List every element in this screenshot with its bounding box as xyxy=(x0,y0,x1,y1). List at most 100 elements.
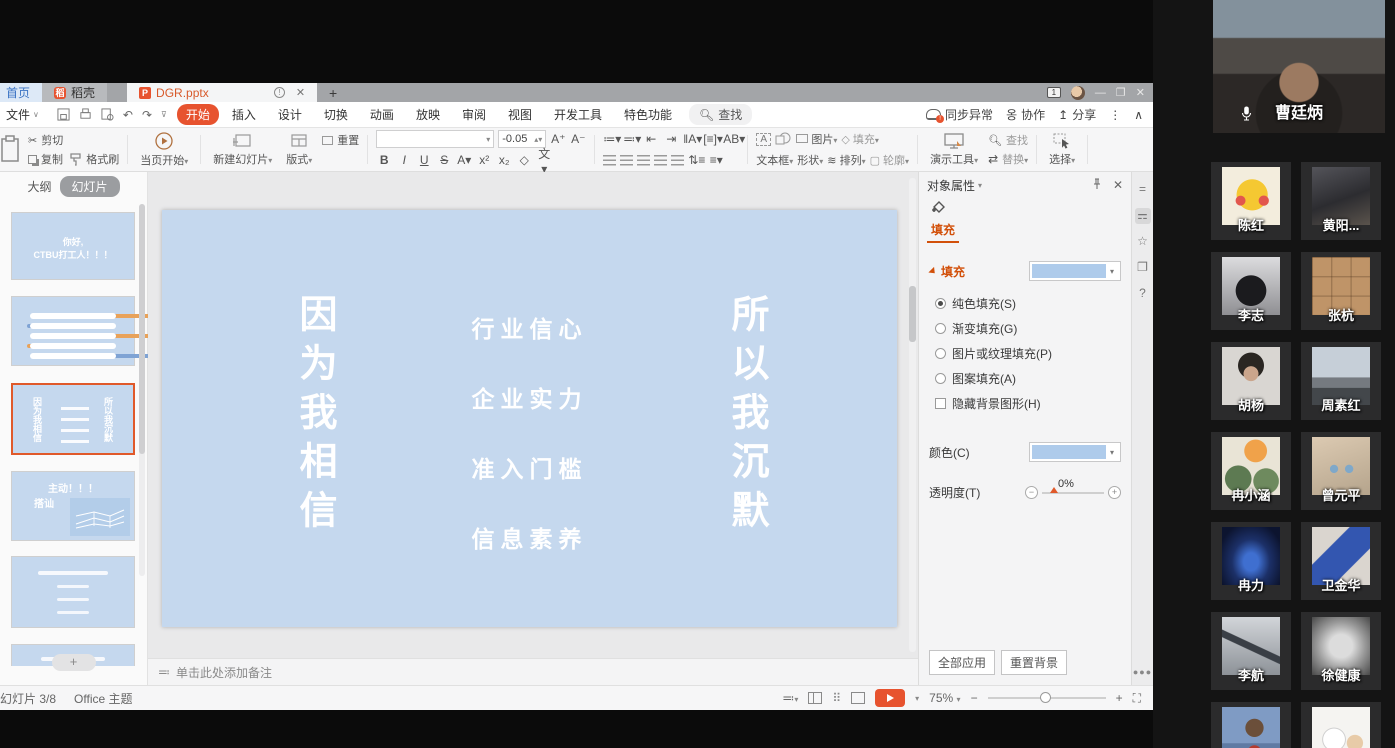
print-icon[interactable] xyxy=(79,108,92,121)
format-painter-button[interactable]: 格式刷 xyxy=(69,151,119,168)
speaker-video[interactable]: 曹廷炳 xyxy=(1213,0,1385,133)
reset-button[interactable]: 重置 xyxy=(322,132,359,149)
participant-tile[interactable]: 曾元平 xyxy=(1301,432,1381,510)
redo-icon[interactable]: ↷ xyxy=(142,108,152,122)
radio-solid-fill[interactable]: 纯色填充(S) xyxy=(919,291,1131,316)
presentation-tools-button[interactable]: 演示工具▾ xyxy=(926,133,982,167)
participant-tile[interactable]: 陈红 xyxy=(1211,162,1291,240)
help-icon[interactable]: ? xyxy=(1135,286,1151,302)
align-text-icon[interactable]: [≡]▾ xyxy=(703,132,719,146)
decrease-transparency-icon[interactable]: − xyxy=(1025,486,1038,499)
tab-outline[interactable]: 大纲 xyxy=(27,178,51,195)
slide-sorter-icon[interactable]: ⠿ xyxy=(832,691,841,705)
picture-button[interactable]: 图片▾ xyxy=(796,131,837,147)
normal-view-icon[interactable] xyxy=(808,692,822,704)
underline-button[interactable]: U xyxy=(416,153,432,167)
sidebar-scrollbar[interactable] xyxy=(139,204,145,576)
italic-button[interactable]: I xyxy=(396,153,412,167)
cut-button[interactable]: ✂剪切 xyxy=(28,132,63,149)
minimize-button[interactable]: — xyxy=(1095,87,1106,99)
slide-canvas[interactable]: 因为我相信 行业信心 企业实力 准入门槛 信息素养 所以我沉默 xyxy=(148,172,918,658)
ribbon-tab-insert[interactable]: 插入 xyxy=(223,104,265,125)
numbering-icon[interactable]: ≕▾ xyxy=(623,132,639,146)
select-button[interactable]: 选择▾ xyxy=(1045,133,1079,167)
increase-font-icon[interactable]: A⁺ xyxy=(550,132,566,146)
fill-button[interactable]: ◇ 填充▾ xyxy=(841,131,879,147)
copy-button[interactable]: 复制 xyxy=(28,151,63,168)
slide-thumbnail-4[interactable]: 主动！！！ 搭讪 xyxy=(11,471,135,541)
layout-button[interactable]: 版式▾ xyxy=(282,133,316,167)
align-left-icon[interactable] xyxy=(603,155,616,166)
textbox-icon[interactable]: A xyxy=(756,133,771,146)
ribbon-tab-special[interactable]: 特色功能 xyxy=(615,104,681,125)
duplicate-pane-icon[interactable]: ❐ xyxy=(1135,260,1151,276)
participant-tile[interactable]: 黄阳... xyxy=(1301,162,1381,240)
more-tools-icon[interactable]: ●●● xyxy=(1132,667,1153,677)
find-button-toolbar[interactable]: 🔍︎查找 xyxy=(988,132,1028,149)
more-options-icon[interactable]: ⋮ xyxy=(1109,108,1121,122)
handle-icon[interactable]: = xyxy=(1135,182,1151,198)
textbox-button[interactable]: 文本框▾ xyxy=(756,152,793,168)
notes-bar[interactable]: ≕ 单击此处添加备注 xyxy=(148,658,918,685)
strikethrough-button[interactable]: S xyxy=(436,153,452,167)
close-panel-icon[interactable]: ✕ xyxy=(1113,178,1123,192)
arrange-button[interactable]: ≋ 排列▾ xyxy=(827,152,865,168)
superscript-button[interactable]: x² xyxy=(476,153,492,167)
participant-tile[interactable]: 周素红 xyxy=(1301,342,1381,420)
slide-thumbnail-1[interactable]: 你好, CTBU打工人！！！ xyxy=(11,212,135,280)
customize-toolbar-icon[interactable]: ⊽ xyxy=(161,110,167,119)
reading-view-icon[interactable] xyxy=(851,692,865,704)
panel-tab-fill[interactable]: 填充 xyxy=(927,221,959,243)
zoom-out-icon[interactable]: − xyxy=(971,691,978,705)
autofit-icon[interactable]: AB▾ xyxy=(723,132,739,146)
align-center-icon[interactable] xyxy=(620,155,633,166)
menu-file[interactable]: 文件∨ xyxy=(0,106,47,123)
shapes-icon[interactable] xyxy=(775,132,792,146)
print-preview-icon[interactable] xyxy=(101,108,114,121)
font-color-button[interactable]: A▾ xyxy=(456,153,472,167)
slide-right-vertical-text[interactable]: 所以我沉默 xyxy=(727,294,765,539)
ribbon-tab-review[interactable]: 审阅 xyxy=(453,104,495,125)
line-spacing-icon[interactable]: ⇅≡ xyxy=(688,153,704,167)
checkbox-hide-background[interactable]: 隐藏背景图形(H) xyxy=(919,391,1131,416)
user-avatar[interactable] xyxy=(1071,86,1085,100)
distribute-icon[interactable] xyxy=(671,155,684,166)
play-from-current-button[interactable]: 当页开始▾ xyxy=(136,132,192,168)
restore-button[interactable]: ❐ xyxy=(1116,86,1126,99)
properties-icon[interactable]: ⚎ xyxy=(1135,208,1151,224)
ribbon-tab-design[interactable]: 设计 xyxy=(269,104,311,125)
text-effects-icon[interactable]: 文▾ xyxy=(536,145,552,176)
tab-slides[interactable]: 幻灯片 xyxy=(60,176,120,197)
participant-tile[interactable] xyxy=(1211,702,1291,748)
zoom-slider-thumb[interactable] xyxy=(1040,692,1051,703)
slide-thumbnail-3-selected[interactable]: 因为我相信 所以我沉默 xyxy=(11,383,135,455)
zoom-in-icon[interactable]: + xyxy=(1116,691,1123,705)
slide-center-list[interactable]: 行业信心 企业实力 准入门槛 信息素养 xyxy=(472,310,588,554)
radio-picture-texture-fill[interactable]: 图片或纹理填充(P) xyxy=(919,341,1131,366)
color-dropdown[interactable]: ▾ xyxy=(1029,442,1121,462)
increase-transparency-icon[interactable]: + xyxy=(1108,486,1121,499)
subscript-button[interactable]: x₂ xyxy=(496,153,512,167)
participant-tile[interactable]: 徐健康 xyxy=(1301,612,1381,690)
slide-thumbnail-5[interactable] xyxy=(11,556,135,628)
zoom-slider[interactable] xyxy=(988,697,1106,699)
undo-icon[interactable]: ↶ xyxy=(123,108,133,122)
current-slide[interactable]: 因为我相信 行业信心 企业实力 准入门槛 信息素养 所以我沉默 xyxy=(162,210,897,627)
sync-status-button[interactable]: ! 同步异常 xyxy=(926,106,993,123)
fit-slide-icon[interactable]: ⛶ xyxy=(1133,691,1141,706)
radio-pattern-fill[interactable]: 图案填充(A) xyxy=(919,366,1131,391)
paste-icon[interactable] xyxy=(0,133,22,167)
bullets-icon[interactable]: ≔▾ xyxy=(603,132,619,146)
new-slide-button[interactable]: 新建幻灯片▾ xyxy=(209,133,276,167)
tab-docer[interactable]: 稻 稻壳 xyxy=(42,83,107,102)
zoom-level[interactable]: 75% ▾ xyxy=(929,691,960,705)
slideshow-play-button[interactable] xyxy=(875,689,905,707)
add-slide-button[interactable]: + xyxy=(52,654,96,671)
window-count-badge[interactable]: 1 xyxy=(1047,87,1061,98)
panel-title[interactable]: 对象属性▾ xyxy=(927,177,982,194)
ribbon-tab-animation[interactable]: 动画 xyxy=(361,104,403,125)
notes-toggle-icon[interactable]: ≕▾ xyxy=(782,691,798,705)
decrease-font-icon[interactable]: A⁻ xyxy=(570,132,586,146)
participant-tile[interactable]: 冉力 xyxy=(1211,522,1291,600)
theme-name[interactable]: Office 主题 xyxy=(74,690,132,707)
